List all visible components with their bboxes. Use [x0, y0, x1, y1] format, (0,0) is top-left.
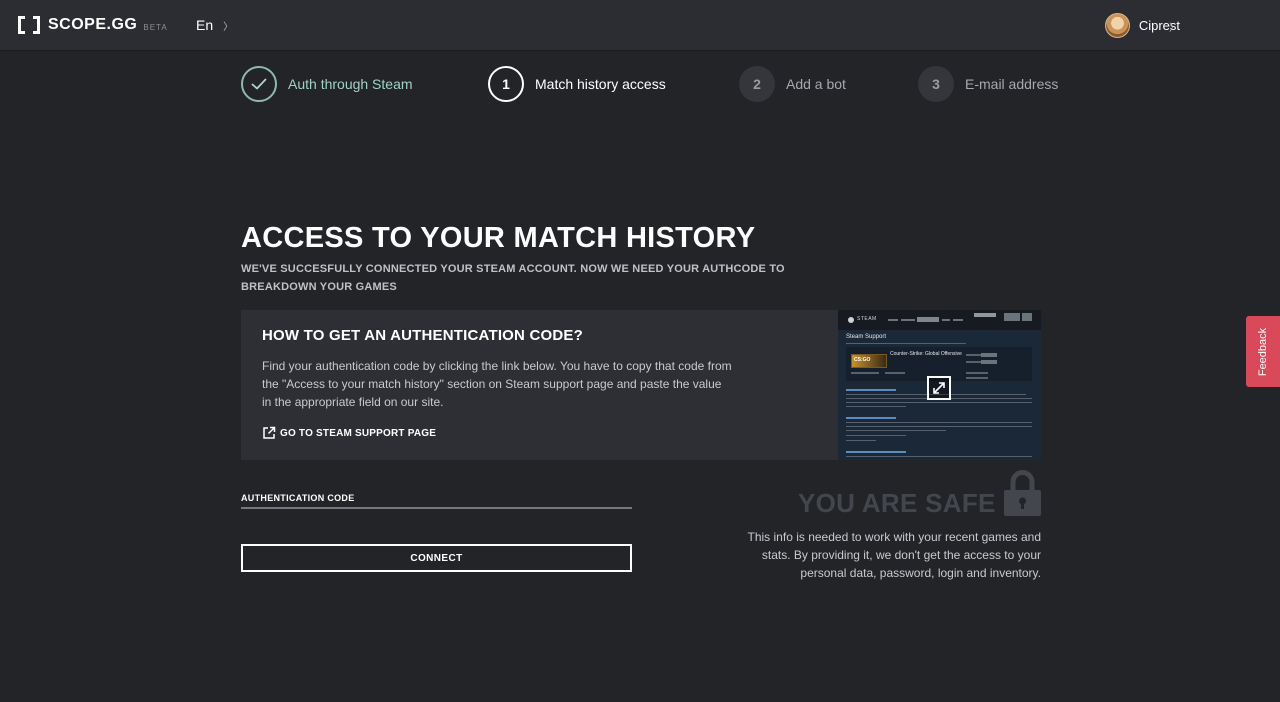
feedback-label: Feedback — [1257, 327, 1269, 376]
preview-game-title: Counter-Strike: Global Offensive — [890, 351, 962, 357]
connect-button[interactable]: CONNECT — [241, 544, 632, 572]
chevron-right-icon: 〉 — [223, 21, 234, 33]
steam-support-link-label: GO TO STEAM SUPPORT PAGE — [280, 427, 437, 439]
step-auth-steam: Auth through Steam — [241, 66, 413, 102]
logo-text: SCOPE.GG — [48, 16, 138, 33]
logo[interactable]: SCOPE.GG BETA — [18, 16, 168, 34]
auth-code-info-card: HOW TO GET AN AUTHENTICATION CODE? Find … — [241, 310, 1041, 460]
logo-icon — [18, 16, 40, 34]
page-title: ACCESS TO YOUR MATCH HISTORY — [241, 222, 756, 254]
lock-icon — [1004, 470, 1041, 516]
step-email: 3 E-mail address — [918, 66, 1058, 102]
safe-description: This info is needed to work with your re… — [747, 530, 1041, 580]
step-label: E-mail address — [965, 76, 1059, 92]
step-add-bot: 2 Add a bot — [739, 66, 846, 102]
beta-badge: BETA — [143, 22, 168, 32]
step-label: Auth through Steam — [288, 76, 413, 92]
preview-heading: Steam Support — [846, 334, 887, 340]
steam-support-link[interactable]: GO TO STEAM SUPPORT PAGE — [262, 426, 436, 440]
language-selector[interactable]: En 〉 — [196, 17, 233, 33]
preview-brand: STEAM — [857, 316, 877, 322]
step-match-history: 1 Match history access — [488, 66, 666, 102]
auth-code-label: AUTHENTICATION CODE — [241, 493, 355, 503]
page-subtitle: WE'VE SUCCESFULLY CONNECTED YOUR STEAM A… — [241, 263, 785, 293]
avatar — [1104, 13, 1130, 38]
language-label: En — [196, 17, 214, 33]
steam-support-preview[interactable]: STEAM Steam Support CS:GO Counter-Strike… — [838, 310, 1041, 460]
step-number: 1 — [488, 66, 524, 102]
expand-icon[interactable] — [927, 376, 951, 400]
top-navbar: SCOPE.GG BETA En 〉 Ciprest 〉 — [0, 0, 1280, 51]
chevron-right-icon[interactable]: 〉 — [1169, 19, 1179, 34]
card-title: HOW TO GET AN AUTHENTICATION CODE? — [262, 327, 583, 344]
auth-code-input[interactable] — [241, 505, 632, 509]
step-number: 2 — [739, 66, 775, 102]
step-number: 3 — [918, 66, 954, 102]
card-description: Find your authentication code by clickin… — [262, 359, 732, 409]
external-link-icon — [263, 426, 276, 439]
checkmark-icon — [241, 66, 277, 102]
feedback-tab[interactable]: Feedback — [1246, 316, 1280, 387]
safe-title: YOU ARE SAFE — [798, 488, 996, 518]
step-label: Add a bot — [786, 76, 846, 92]
step-label: Match history access — [535, 76, 666, 92]
steam-logo-icon — [848, 317, 854, 323]
